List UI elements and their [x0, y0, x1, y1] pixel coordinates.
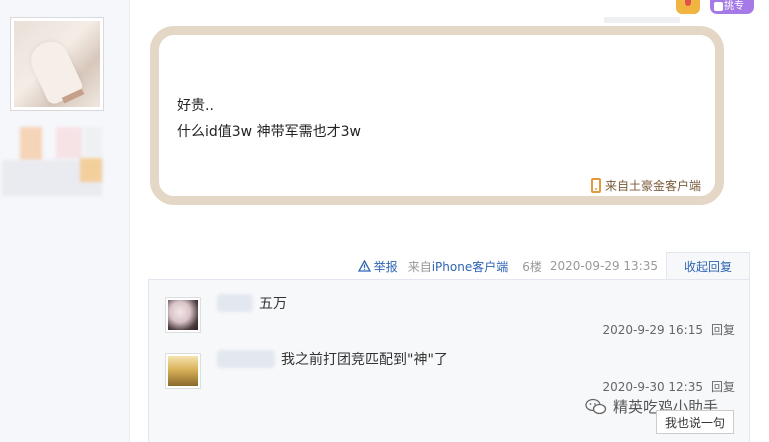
post-source-label: 来自土豪金客户端 — [604, 179, 701, 193]
reply-meta: 2020-9-29 16:15 回复 — [602, 321, 735, 338]
reply-text-row: 五万 — [217, 293, 287, 313]
reply-time: 2020-9-30 12:35 — [602, 380, 703, 394]
post-line: 好贵.. — [177, 98, 214, 114]
blurred-username[interactable] — [217, 350, 275, 368]
avatar-image — [14, 21, 100, 107]
reply-content: 我之前打团竞匹配到"神"了 — [281, 352, 448, 368]
crown-icon — [676, 0, 700, 14]
reply-meta: 2020-9-30 12:35 回复 — [602, 378, 735, 395]
post-content-card: 好贵.. 什么id值3w 神带军需也才3w 来自土豪金客户端 — [150, 26, 724, 205]
report-label: 举报 — [373, 259, 398, 274]
avatar[interactable] — [165, 353, 201, 389]
add-comment-button[interactable]: 我也说一句 — [656, 410, 734, 434]
collapse-replies-button[interactable]: 收起回复 — [666, 252, 750, 280]
blurred-username[interactable] — [217, 294, 253, 312]
author-avatar[interactable] — [10, 17, 104, 111]
author-sidebar — [0, 0, 130, 442]
post-meta-row: 举报 来自iPhone客户端 6楼 2020-09-29 13:35 收起回复 — [148, 252, 750, 280]
reply-content: 五万 — [259, 296, 287, 312]
blurred-level-badge — [20, 127, 42, 161]
wechat-icon — [585, 398, 607, 414]
device-link[interactable]: iPhone客户端 — [432, 260, 509, 274]
top-badges: 挑专 — [676, 0, 769, 14]
hand-icon — [714, 2, 723, 11]
reply-button[interactable]: 回复 — [711, 380, 735, 394]
post-line: 什么id值3w 神带军需也才3w — [177, 124, 361, 140]
phone-icon — [590, 178, 601, 193]
client-source: 来自iPhone客户端 — [407, 259, 509, 274]
reply-time: 2020-9-29 16:15 — [602, 323, 703, 337]
post-time: 2020-09-29 13:35 — [549, 259, 658, 273]
reply-button[interactable]: 回复 — [711, 323, 735, 337]
reply-text-row: 我之前打团竞匹配到"神"了 — [217, 349, 448, 369]
divider — [604, 17, 680, 23]
floor-number: 6楼 — [522, 259, 542, 274]
post-text: 好贵.. 什么id值3w 神带军需也才3w — [177, 93, 361, 145]
avatar[interactable] — [165, 297, 201, 333]
post-source[interactable]: 来自土豪金客户端 — [590, 177, 701, 194]
pick-badge[interactable]: 挑专 — [710, 0, 754, 14]
warning-icon — [357, 260, 371, 272]
blurred-level-badge — [56, 127, 82, 159]
blurred-icon — [80, 158, 102, 182]
blurred-level-badge — [84, 127, 102, 157]
report-link[interactable]: 举报 — [357, 258, 398, 275]
